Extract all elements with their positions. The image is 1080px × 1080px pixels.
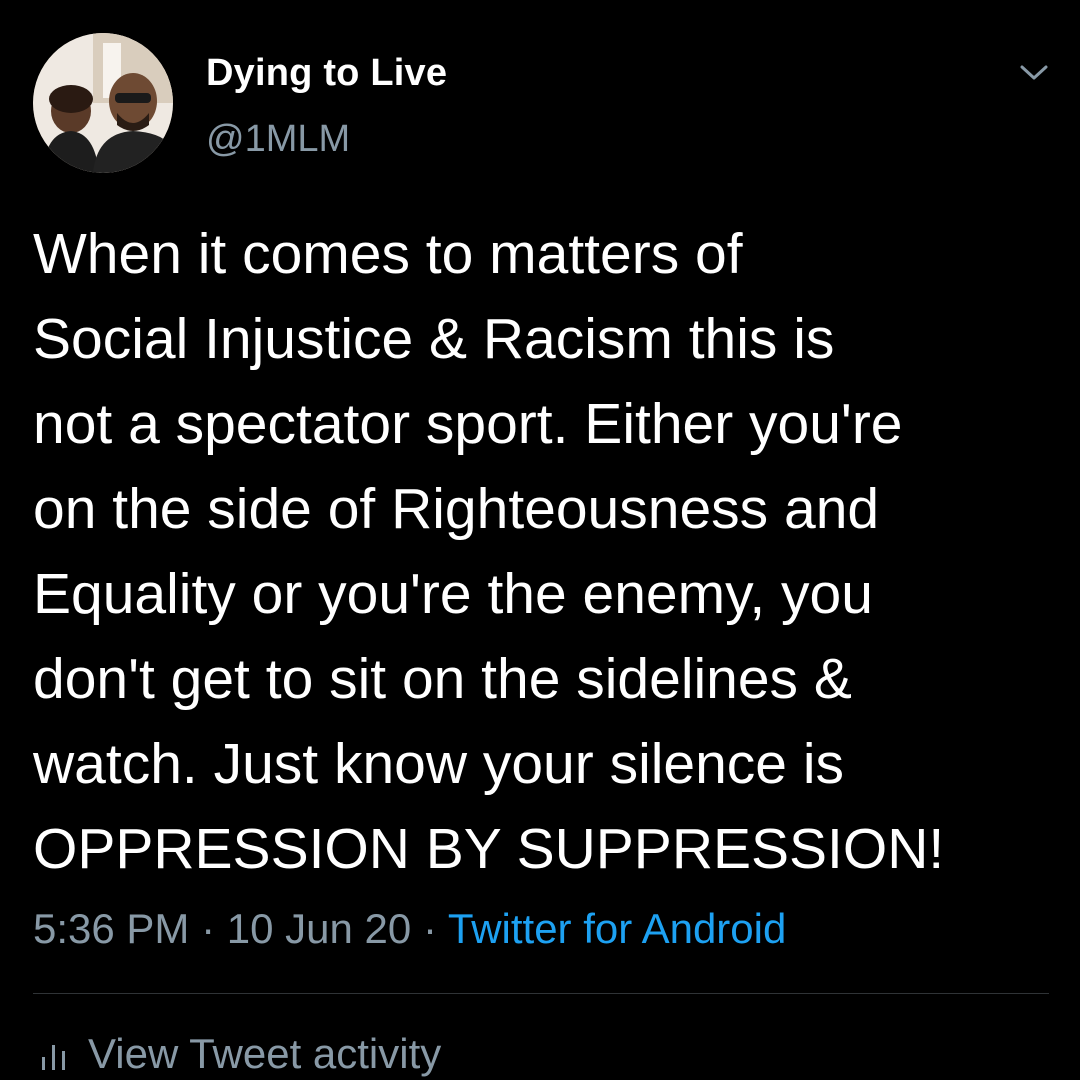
display-name[interactable]: Dying to Live [206, 52, 447, 95]
chevron-down-icon[interactable] [1016, 58, 1052, 86]
meta-separator: · [201, 905, 216, 952]
tweet-text-line: Equality or you're the enemy, you [33, 562, 873, 626]
tweet-text-line: Social Injustice & Racism this is [33, 307, 835, 371]
tweet-text: When it comes to matters of Social Injus… [33, 212, 1063, 892]
bar-chart-icon [40, 1037, 70, 1071]
tweet-text-line: not a spectator sport. Either you're [33, 392, 903, 456]
view-tweet-activity-button[interactable]: View Tweet activity [40, 1030, 441, 1078]
tweet-text-line: OPPRESSION BY SUPPRESSION! [33, 817, 945, 881]
tweet-text-line: When it comes to matters of [33, 222, 743, 286]
avatar-photo [33, 33, 173, 173]
avatar[interactable] [33, 33, 173, 173]
view-tweet-activity-label: View Tweet activity [88, 1030, 442, 1077]
meta-separator: · [422, 905, 437, 952]
tweet-card: Dying to Live @1MLM When it comes to mat… [0, 0, 1080, 1080]
tweet-date: 10 Jun 20 [226, 905, 412, 952]
tweet-text-line: watch. Just know your silence is [33, 732, 844, 796]
divider [33, 993, 1049, 994]
tweet-time: 5:36 PM [33, 905, 190, 952]
tweet-meta: 5:36 PM · 10 Jun 20 · Twitter for Androi… [33, 905, 786, 953]
tweet-text-line: don't get to sit on the sidelines & [33, 647, 852, 711]
tweet-text-line: on the side of Righteousness and [33, 477, 880, 541]
user-handle[interactable]: @1MLM [206, 118, 350, 161]
tweet-source-link[interactable]: Twitter for Android [448, 905, 786, 952]
